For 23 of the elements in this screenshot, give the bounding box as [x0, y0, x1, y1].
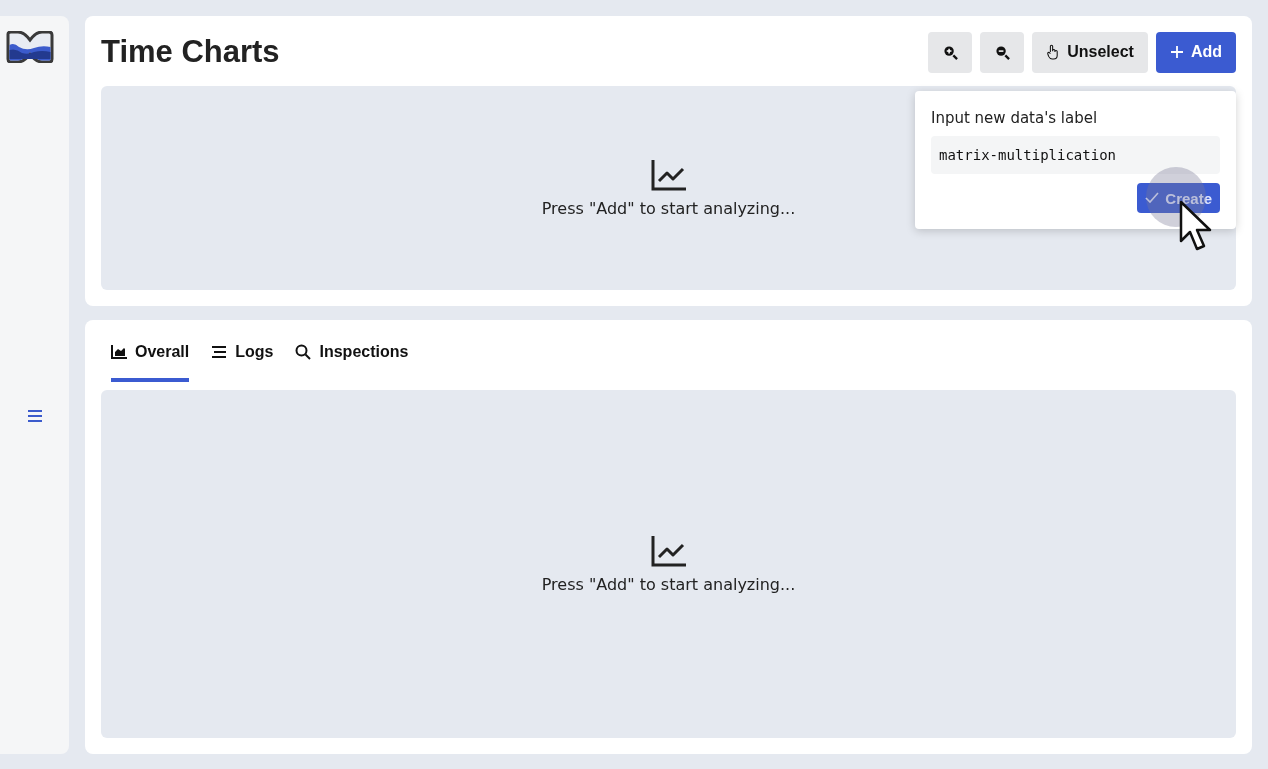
popover-label: Input new data's label: [931, 109, 1099, 127]
menu-icon: [26, 409, 43, 423]
zoom-out-button[interactable]: [980, 31, 1025, 73]
area-chart-icon: [111, 345, 127, 359]
search-icon: [295, 344, 312, 360]
list-icon: [211, 345, 228, 359]
plus-icon: [1169, 45, 1184, 59]
label-input-field[interactable]: matrix-multiplication: [931, 136, 1220, 174]
add-button[interactable]: Add: [1155, 31, 1236, 73]
zoom-out-icon: [994, 44, 1010, 60]
tab[interactable]: Overall: [111, 334, 190, 382]
unselect-button[interactable]: Unselect: [1032, 31, 1148, 73]
empty-message: Press "Add" to start analyzing...: [541, 198, 796, 218]
page-title: Time Charts: [101, 34, 280, 70]
line-chart-icon: [650, 158, 687, 191]
tab[interactable]: Inspections: [295, 334, 409, 382]
line-chart-icon: [650, 534, 687, 567]
check-icon: [1145, 192, 1160, 204]
tab[interactable]: Logs: [211, 334, 274, 382]
pointing-hand-icon: [1046, 44, 1061, 60]
zoom-in-button[interactable]: [928, 31, 973, 73]
empty-message: Press "Add" to start analyzing...: [541, 574, 796, 594]
zoom-in-icon: [942, 44, 958, 60]
